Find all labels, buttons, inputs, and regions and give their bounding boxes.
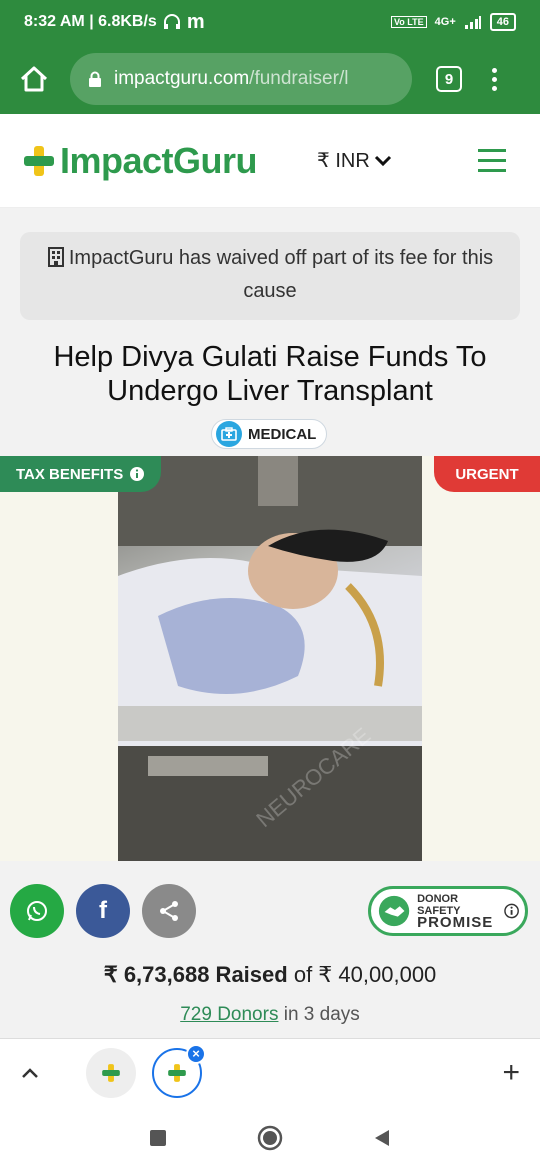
- fundraiser-content: ImpactGuru has waived off part of its fe…: [0, 208, 540, 1038]
- donors-link[interactable]: 729 Donors: [180, 1004, 278, 1025]
- home-button[interactable]: [14, 59, 54, 99]
- share-button[interactable]: [142, 884, 196, 938]
- bottom-tab-strip: × +: [0, 1038, 540, 1106]
- status-bar: 8:32 AM | 6.8KB/s m Vo LTE 4G+ 46: [0, 0, 540, 44]
- notice-text: ImpactGuru has waived off part of its fe…: [68, 247, 494, 302]
- browser-toolbar: impactguru.com/fundraiser/l 9: [0, 44, 540, 114]
- patient-photo[interactable]: NEUROCARE: [118, 456, 422, 861]
- currency-selector[interactable]: ₹ INR: [317, 148, 392, 173]
- donor-safety-promise-badge[interactable]: DONOR SAFETY PROMISE: [368, 886, 528, 936]
- share-icon: [160, 901, 178, 921]
- tab-count: 9: [444, 70, 454, 88]
- browser-menu-button[interactable]: [492, 67, 497, 91]
- signal-icon: [464, 16, 481, 29]
- recents-icon[interactable]: [149, 1129, 167, 1147]
- handshake-icon: [378, 895, 410, 927]
- url-domain: impactguru.com: [114, 68, 250, 89]
- new-tab-button[interactable]: +: [502, 1056, 520, 1090]
- chevron-down-icon: [374, 155, 391, 166]
- donor-safety-line2: PROMISE: [417, 914, 494, 931]
- tax-benefits-tag[interactable]: TAX BENEFITS: [0, 456, 162, 492]
- facebook-icon: f: [99, 897, 107, 924]
- urgent-label: URGENT: [455, 465, 519, 483]
- active-tab-thumbnail[interactable]: ×: [152, 1043, 206, 1098]
- category-badge: MEDICAL: [211, 419, 328, 449]
- volte-icon: Vo LTE: [390, 16, 427, 28]
- chevron-up-icon[interactable]: [20, 1066, 40, 1080]
- logo-plus-icon: [24, 145, 54, 176]
- lock-icon: [89, 71, 101, 87]
- facebook-share-button[interactable]: f: [76, 884, 130, 938]
- url-path: /fundraiser/l: [249, 68, 349, 89]
- app-m-icon: m: [186, 10, 205, 33]
- logo-text: ImpactGuru: [60, 139, 258, 181]
- headphones-icon: [163, 14, 180, 29]
- battery-icon: 46: [489, 13, 516, 31]
- whatsapp-icon: [27, 901, 47, 921]
- status-time: 8:32 AM | 6.8KB/s: [24, 13, 157, 30]
- donor-safety-text: DONOR SAFETY PROMISE: [417, 893, 500, 931]
- network-label: 4G+: [434, 16, 456, 28]
- raised-amount: ₹ 6,73,688 Raised: [103, 962, 288, 987]
- impactguru-logo[interactable]: ImpactGuru: [22, 139, 258, 182]
- url-bar[interactable]: impactguru.com/fundraiser/l: [70, 53, 412, 105]
- goal-amount: of ₹ 40,00,000: [293, 962, 437, 987]
- tab-thumbnail[interactable]: [86, 1047, 136, 1098]
- building-icon: [47, 247, 64, 267]
- fundraiser-title: Help Divya Gulati Raise Funds To Undergo…: [53, 341, 487, 407]
- whatsapp-share-button[interactable]: [10, 884, 64, 938]
- urgent-tag: URGENT: [434, 456, 540, 492]
- amount-raised: ₹ 6,73,688 Raised of ₹ 40,00,000: [0, 962, 540, 988]
- medical-kit-icon: [216, 421, 242, 447]
- impactguru-favicon: [102, 1063, 120, 1082]
- back-icon[interactable]: [373, 1128, 391, 1148]
- donor-count: 729 Donors in 3 days: [0, 1004, 540, 1026]
- share-buttons: f: [10, 884, 196, 938]
- currency-label: ₹ INR: [317, 150, 370, 172]
- patient-photo-illustration: NEUROCARE: [118, 456, 422, 861]
- android-navigation-bar: [0, 1106, 540, 1170]
- impactguru-favicon: [168, 1063, 186, 1082]
- fee-waiver-notice: ImpactGuru has waived off part of its fe…: [20, 232, 520, 320]
- home-icon: [20, 66, 48, 92]
- status-right: Vo LTE 4G+ 46: [390, 13, 516, 31]
- hamburger-menu-button[interactable]: [478, 149, 506, 172]
- tab-switcher-button[interactable]: 9: [436, 66, 462, 92]
- home-circle-icon[interactable]: [257, 1125, 283, 1151]
- category-label: MEDICAL: [248, 425, 317, 443]
- info-icon: [504, 903, 519, 919]
- close-tab-button[interactable]: ×: [186, 1043, 206, 1064]
- info-icon: [130, 467, 145, 481]
- site-header: ImpactGuru ₹ INR: [0, 114, 540, 208]
- tax-benefits-label: TAX BENEFITS: [16, 465, 124, 483]
- donors-duration: in 3 days: [283, 1004, 360, 1025]
- fundraiser-image-area: NEUROCARE TAX BENEFITS URGENT: [0, 456, 540, 861]
